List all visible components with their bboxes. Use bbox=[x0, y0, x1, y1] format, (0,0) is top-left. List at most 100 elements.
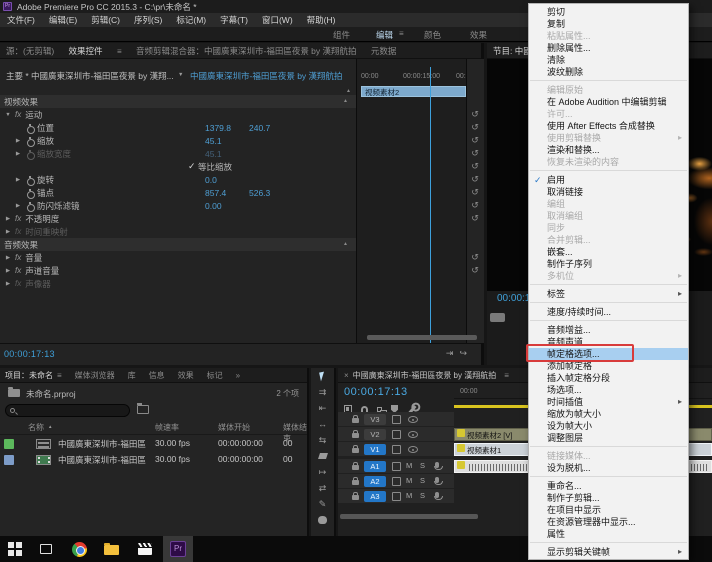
collapse-toggle-icon[interactable] bbox=[13, 203, 23, 209]
slide-tool[interactable]: ⇄ bbox=[311, 480, 334, 496]
menu-item-unlink[interactable]: 取消链接 bbox=[529, 186, 688, 198]
menu-item-copy[interactable]: 复制 bbox=[529, 18, 688, 30]
anchor-y-value[interactable]: 526.3 bbox=[249, 188, 270, 198]
lock-icon[interactable] bbox=[352, 480, 359, 485]
menu-item-rename[interactable]: 重命名... bbox=[529, 480, 688, 492]
premiere-taskbar-app[interactable]: Pr bbox=[170, 541, 186, 557]
voiceover-mic-icon[interactable] bbox=[435, 492, 439, 498]
menu-file[interactable]: 文件(F) bbox=[0, 14, 42, 26]
menu-item-reveal-in-explorer[interactable]: 在资源管理器中显示... bbox=[529, 516, 688, 528]
menu-item-scale-to-frame-size[interactable]: 缩放为帧大小 bbox=[529, 408, 688, 420]
sync-lock-icon[interactable] bbox=[392, 445, 401, 454]
voiceover-mic-icon[interactable] bbox=[435, 462, 439, 468]
mute-button[interactable]: M bbox=[406, 491, 412, 500]
sync-lock-icon[interactable] bbox=[392, 492, 401, 501]
program-scrollbar-thumb[interactable] bbox=[490, 313, 505, 322]
menu-item-ripple-delete[interactable]: 波纹删除 bbox=[529, 66, 688, 78]
tab-markers[interactable]: 标记 bbox=[207, 370, 223, 381]
selection-tool[interactable] bbox=[311, 368, 334, 384]
collapse-toggle-icon[interactable] bbox=[3, 268, 13, 274]
mini-timeline-scrollbar[interactable] bbox=[367, 335, 477, 340]
panel-menu-icon[interactable]: ≡ bbox=[111, 45, 128, 56]
panel-menu-icon[interactable]: ≡ bbox=[57, 371, 62, 380]
ripple-edit-tool[interactable]: ⇤ bbox=[311, 400, 334, 416]
menu-item-speed-duration[interactable]: 速度/持续时间... bbox=[529, 306, 688, 318]
menu-sequence[interactable]: 序列(S) bbox=[127, 14, 169, 26]
movies-app[interactable] bbox=[137, 541, 153, 557]
menu-item-set-to-frame-size[interactable]: 设为帧大小 bbox=[529, 420, 688, 432]
tab-audio-clip-mixer[interactable]: 音频剪辑混合器：中國廣東深圳市-福田區夜景 by 漢翔航拍 bbox=[130, 43, 363, 57]
effect-row-uniform-scale[interactable]: 等比缩放 bbox=[0, 160, 356, 173]
search-input[interactable] bbox=[5, 404, 130, 417]
video-effects-section[interactable]: 视频效果 bbox=[0, 95, 356, 108]
track-badge-v2[interactable]: V2 bbox=[364, 429, 386, 440]
reset-effect-icon[interactable] bbox=[468, 213, 482, 224]
hand-tool[interactable] bbox=[311, 512, 334, 528]
menu-item-remove-attributes[interactable]: 删除属性... bbox=[529, 42, 688, 54]
start-button[interactable] bbox=[7, 541, 23, 557]
effect-row-position[interactable]: 位置 1379.8 240.7 bbox=[0, 121, 356, 134]
mute-button[interactable]: M bbox=[406, 476, 412, 485]
lock-icon[interactable] bbox=[352, 418, 359, 423]
stopwatch-icon[interactable] bbox=[26, 189, 34, 197]
menu-item-replace-with-ae-comp[interactable]: 使用 After Effects 合成替换 bbox=[529, 120, 688, 132]
lock-icon[interactable] bbox=[352, 495, 359, 500]
new-bin-icon[interactable] bbox=[137, 405, 149, 414]
collapse-toggle-icon[interactable] bbox=[13, 138, 23, 144]
column-frame-rate[interactable]: 帧速率 bbox=[155, 422, 179, 433]
workspace-tab-color[interactable]: 颜色 bbox=[424, 29, 441, 41]
effect-row-motion[interactable]: fx 运动 bbox=[0, 108, 356, 121]
rolling-edit-tool[interactable]: ↔ bbox=[311, 416, 334, 432]
menu-item-audio-gain[interactable]: 音频增益... bbox=[529, 324, 688, 336]
lock-icon[interactable] bbox=[352, 465, 359, 470]
menu-item-render-and-replace[interactable]: 渲染和替换... bbox=[529, 144, 688, 156]
project-row-clip[interactable]: 中國廣東深圳市-福田區 30.00 fps 00:00:00:00 00 bbox=[0, 452, 307, 468]
menu-item-add-frame-hold[interactable]: 添加帧定格 bbox=[529, 360, 688, 372]
solo-button[interactable]: S bbox=[420, 461, 425, 470]
menu-item-time-interpolation[interactable]: 时间插值 bbox=[529, 396, 688, 408]
reset-effect-icon[interactable] bbox=[468, 109, 482, 120]
menu-item-properties[interactable]: 属性 bbox=[529, 528, 688, 540]
rate-stretch-tool[interactable]: ⇆ bbox=[311, 432, 334, 448]
razor-tool[interactable] bbox=[311, 448, 334, 464]
effect-controls-timecode[interactable]: 00:00:17:13 bbox=[4, 349, 55, 359]
collapse-toggle-icon[interactable] bbox=[13, 177, 23, 183]
eye-icon[interactable] bbox=[408, 416, 418, 423]
reset-effect-icon[interactable] bbox=[468, 135, 482, 146]
menu-item-cut[interactable]: 剪切 bbox=[529, 6, 688, 18]
tab-project[interactable]: 项目：未命名 bbox=[5, 370, 53, 381]
menu-clip[interactable]: 剪辑(C) bbox=[84, 14, 127, 26]
column-media-start[interactable]: 媒体开始 bbox=[218, 422, 250, 433]
workspace-menu-icon[interactable]: ≡ bbox=[399, 29, 404, 38]
sync-lock-icon[interactable] bbox=[392, 415, 401, 424]
menu-item-reveal-in-project[interactable]: 在项目中显示 bbox=[529, 504, 688, 516]
reset-effect-icon[interactable] bbox=[468, 174, 482, 185]
collapse-toggle-icon[interactable] bbox=[3, 112, 13, 118]
track-badge-v1[interactable]: V1 bbox=[364, 444, 386, 455]
antiflicker-value[interactable]: 0.00 bbox=[205, 201, 222, 211]
reset-effect-icon[interactable] bbox=[468, 265, 482, 276]
track-badge-a3[interactable]: A3 bbox=[364, 491, 386, 502]
effect-row-anchor-point[interactable]: 锚点 857.4 526.3 bbox=[0, 186, 356, 199]
collapse-toggle-icon[interactable] bbox=[3, 216, 13, 222]
menu-item-show-clip-keyframes[interactable]: 显示剪辑关键帧 bbox=[529, 546, 688, 558]
tab-sequence[interactable]: 中國廣東深圳市-福田區夜景 by 漢翔航拍 bbox=[353, 370, 497, 381]
sync-lock-icon[interactable] bbox=[392, 477, 401, 486]
menu-marker[interactable]: 标记(M) bbox=[169, 14, 213, 26]
sync-lock-icon[interactable] bbox=[392, 462, 401, 471]
lock-icon[interactable] bbox=[352, 448, 359, 453]
menu-item-label[interactable]: 标签 bbox=[529, 288, 688, 300]
effect-row-opacity[interactable]: fx 不透明度 bbox=[0, 212, 356, 225]
linked-selection-icon[interactable] bbox=[377, 407, 382, 412]
track-select-forward-tool[interactable]: ⇉ bbox=[311, 384, 334, 400]
menu-item-make-offline[interactable]: 设为脱机... bbox=[529, 462, 688, 474]
collapse-toggle-icon[interactable] bbox=[3, 255, 13, 261]
menu-edit[interactable]: 编辑(E) bbox=[42, 14, 84, 26]
column-name[interactable]: 名称 bbox=[28, 422, 52, 433]
track-badge-v3[interactable]: V3 bbox=[364, 414, 386, 425]
checkbox-checked-icon[interactable] bbox=[188, 162, 198, 172]
tab-media-browser[interactable]: 媒体浏览器 bbox=[75, 370, 115, 381]
rotation-value[interactable]: 0.0 bbox=[205, 175, 217, 185]
menu-item-adjustment-layer[interactable]: 调整图层 bbox=[529, 432, 688, 444]
reset-effect-icon[interactable] bbox=[468, 122, 482, 133]
